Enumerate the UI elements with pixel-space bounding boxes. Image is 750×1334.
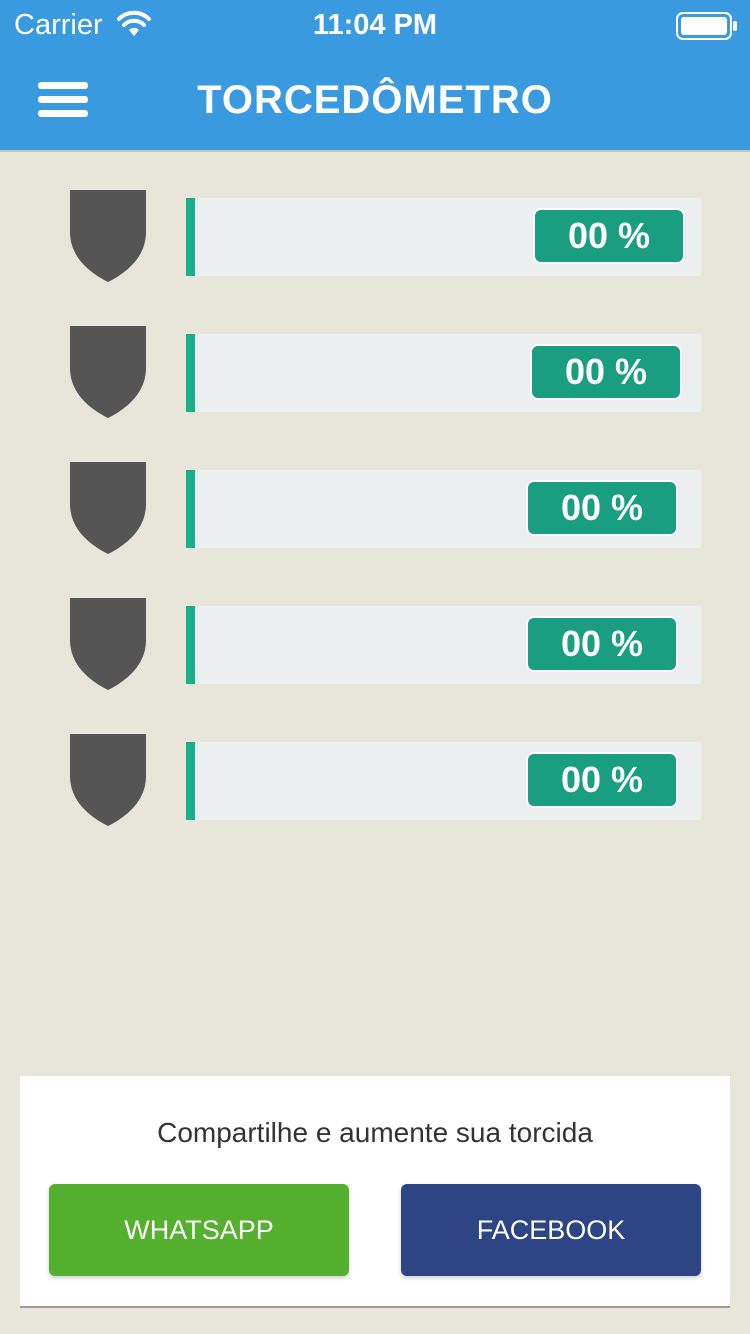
share-text: Compartilhe e aumente sua torcida bbox=[157, 1117, 593, 1148]
shield-icon bbox=[70, 462, 146, 554]
bar-fill bbox=[186, 198, 195, 276]
page-title: TORCEDÔMETRO bbox=[197, 78, 553, 122]
shield-icon bbox=[70, 734, 146, 826]
team-row[interactable]: 00 % bbox=[0, 598, 750, 698]
percentage-bar: 00 % bbox=[186, 742, 701, 820]
team-row[interactable]: 00 % bbox=[0, 462, 750, 562]
team-row[interactable]: 00 % bbox=[0, 734, 750, 834]
percentage-bar: 00 % bbox=[186, 198, 701, 276]
percentage-bar: 00 % bbox=[186, 470, 701, 548]
share-card: Compartilhe e aumente sua torcida WHATSA… bbox=[20, 1076, 730, 1308]
percentage-badge: 00 % bbox=[533, 208, 685, 264]
percentage-badge: 00 % bbox=[526, 480, 678, 536]
bar-fill bbox=[186, 606, 195, 684]
team-row[interactable]: 00 % bbox=[0, 190, 750, 290]
facebook-button[interactable]: FACEBOOK bbox=[401, 1184, 701, 1276]
battery-icon bbox=[676, 12, 737, 40]
shield-icon bbox=[70, 598, 146, 690]
status-bar: Carrier 11:04 PM bbox=[0, 0, 750, 50]
whatsapp-button[interactable]: WHATSAPP bbox=[49, 1184, 349, 1276]
bar-fill bbox=[186, 334, 195, 412]
shield-icon bbox=[70, 326, 146, 418]
percentage-badge: 00 % bbox=[526, 752, 678, 808]
bar-fill bbox=[186, 470, 195, 548]
team-row[interactable]: 00 % bbox=[0, 326, 750, 426]
bar-fill bbox=[186, 742, 195, 820]
status-time: 11:04 PM bbox=[312, 9, 438, 41]
percentage-bar: 00 % bbox=[186, 606, 701, 684]
percentage-bar: 00 % bbox=[186, 334, 701, 412]
percentage-badge: 00 % bbox=[526, 616, 678, 672]
percentage-badge: 00 % bbox=[530, 344, 682, 400]
shield-icon bbox=[70, 190, 146, 282]
app-header: Carrier 11:04 PM TORCEDÔMETRO bbox=[0, 0, 750, 152]
